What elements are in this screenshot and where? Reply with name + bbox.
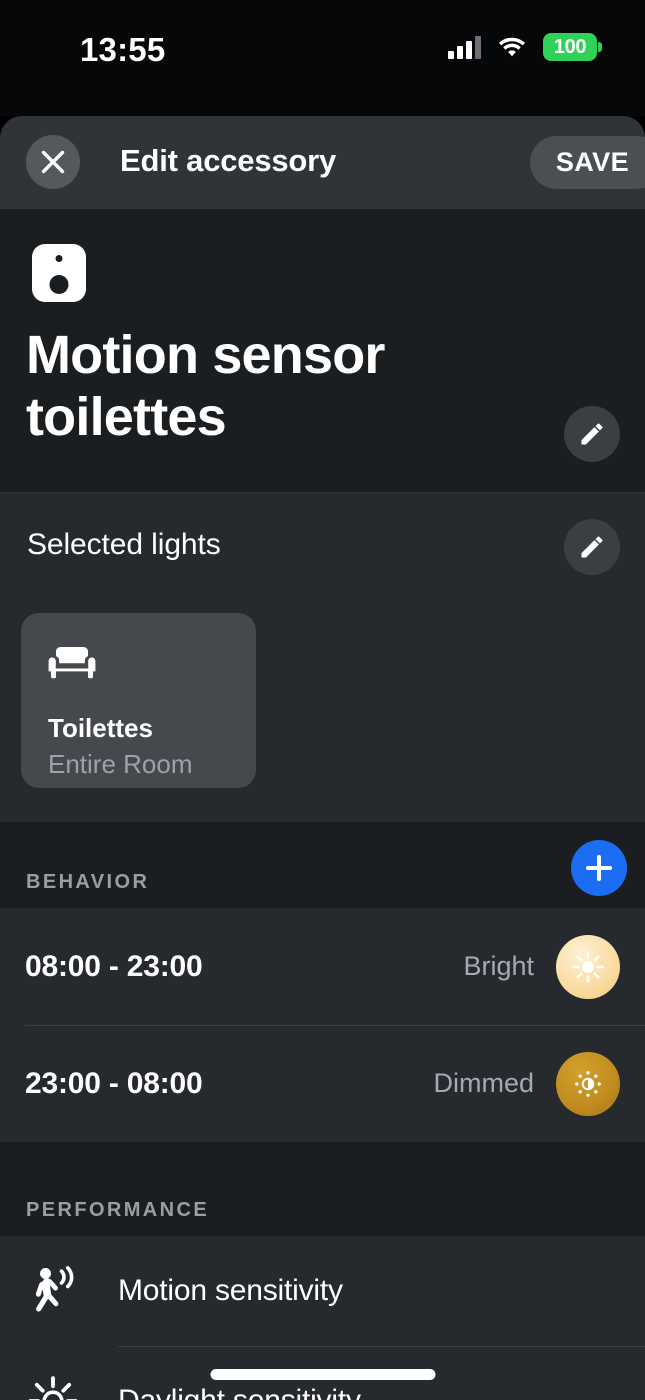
device-name: Motion sensor toilettes (26, 325, 385, 447)
motion-sensor-icon (32, 244, 86, 302)
close-icon (41, 150, 65, 174)
status-icons: 100 (448, 33, 602, 61)
page-title: Edit accessory (120, 143, 337, 178)
behavior-row-right: Dimmed (433, 1051, 620, 1116)
light-group-card[interactable]: Toilettes Entire Room (21, 613, 256, 788)
performance-section-header: PERFORMANCE (0, 1142, 645, 1236)
performance-label: PERFORMANCE (26, 1199, 210, 1221)
table-row[interactable]: 08:00 - 23:00 Bright (0, 908, 645, 1025)
status-bar: 13:55 100 (0, 0, 645, 116)
motion-walking-glyph (35, 1266, 74, 1312)
sofa-icon (48, 647, 96, 679)
sun-bright-icon[interactable] (556, 934, 620, 999)
brightness-half-glyph (575, 1070, 601, 1097)
behavior-time-range: 23:00 - 08:00 (25, 1066, 203, 1100)
sensor-led (55, 255, 63, 262)
device-title-section: Motion sensor toilettes (0, 209, 645, 492)
sun-glyph (572, 950, 604, 983)
light-group-name: Toilettes (48, 713, 153, 743)
screen-header: Edit accessory SAVE (0, 116, 645, 209)
behavior-label: BEHAVIOR (26, 871, 150, 893)
table-row[interactable]: 23:00 - 08:00 Dimmed (0, 1025, 645, 1142)
light-group-subtitle: Entire Room (48, 749, 193, 779)
sensor-lens (49, 275, 69, 294)
close-button[interactable] (26, 135, 80, 189)
behavior-time-range: 08:00 - 23:00 (25, 949, 203, 983)
sun-dimmed-icon[interactable] (556, 1051, 620, 1116)
pencil-icon (581, 536, 603, 558)
save-button[interactable]: SAVE (529, 136, 645, 189)
behavior-list: 08:00 - 23:00 Bright 23:00 - 08:00 Dimme… (0, 908, 645, 1142)
edit-selected-lights-button[interactable] (564, 519, 620, 575)
status-time: 13:55 (80, 31, 166, 68)
battery-indicator: 100 (543, 33, 602, 61)
cellular-signal-icon (448, 35, 481, 59)
motion-walking-icon (25, 1265, 81, 1317)
app-screen: 13:55 100 Edit accessory SAVE Motion sen… (0, 0, 645, 1400)
daylight-icon (25, 1375, 81, 1400)
performance-item-label: Motion sensitivity (118, 1274, 343, 1307)
save-button-label: SAVE (555, 147, 629, 177)
battery-level: 100 (553, 35, 587, 58)
behavior-scene-name: Bright (463, 951, 534, 981)
home-indicator[interactable] (210, 1369, 435, 1380)
pencil-icon (581, 423, 603, 445)
behavior-section-header: BEHAVIOR (0, 822, 645, 908)
list-item[interactable]: Motion sensitivity (0, 1236, 645, 1346)
performance-item-label: Daylight sensitivity (118, 1384, 361, 1400)
add-behavior-button[interactable] (571, 840, 627, 896)
edit-device-name-button[interactable] (564, 406, 620, 462)
daylight-glyph (28, 1376, 78, 1400)
behavior-scene-name: Dimmed (433, 1068, 534, 1098)
behavior-row-right: Bright (463, 934, 620, 999)
wifi-icon (499, 37, 525, 57)
selected-lights-section: Selected lights Toilettes Entire Room (0, 492, 645, 822)
selected-lights-heading: Selected lights (27, 528, 221, 561)
